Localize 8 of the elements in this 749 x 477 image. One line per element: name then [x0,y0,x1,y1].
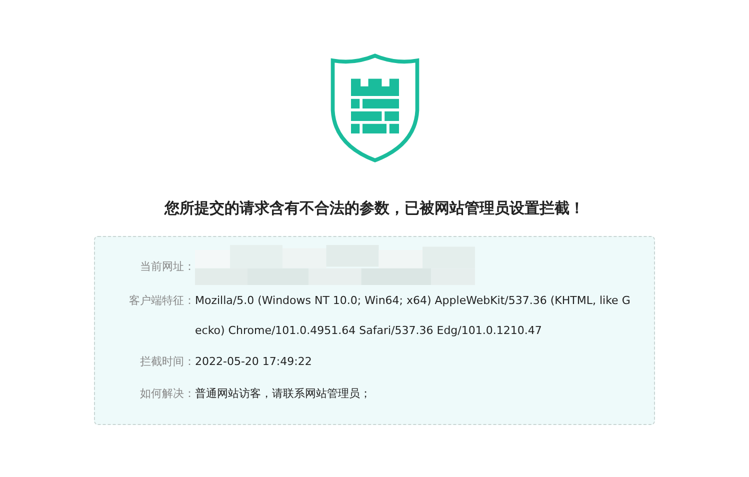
detail-value: Mozilla/5.0 (Windows NT 10.0; Win64; x64) AppleWebKit/537.36 (KHTML, like Gecko) Chrome/101.0.4951.64 Safari/537.36 Edg/101.0.1210.47 [195,293,632,339]
block-message-heading: 您所提交的请求含有不合法的参数，已被网站管理员设置拦截！ [164,199,584,218]
detail-value: 2022-05-20 17:49:22 [195,354,312,370]
detail-label: 拦截时间： [139,354,195,370]
detail-label: 当前网址： [139,259,195,275]
detail-value: 普通网站访客，请联系网站管理员； [195,386,371,402]
detail-label: 客户端特征： [128,293,195,309]
detail-label: 如何解决： [139,386,195,402]
